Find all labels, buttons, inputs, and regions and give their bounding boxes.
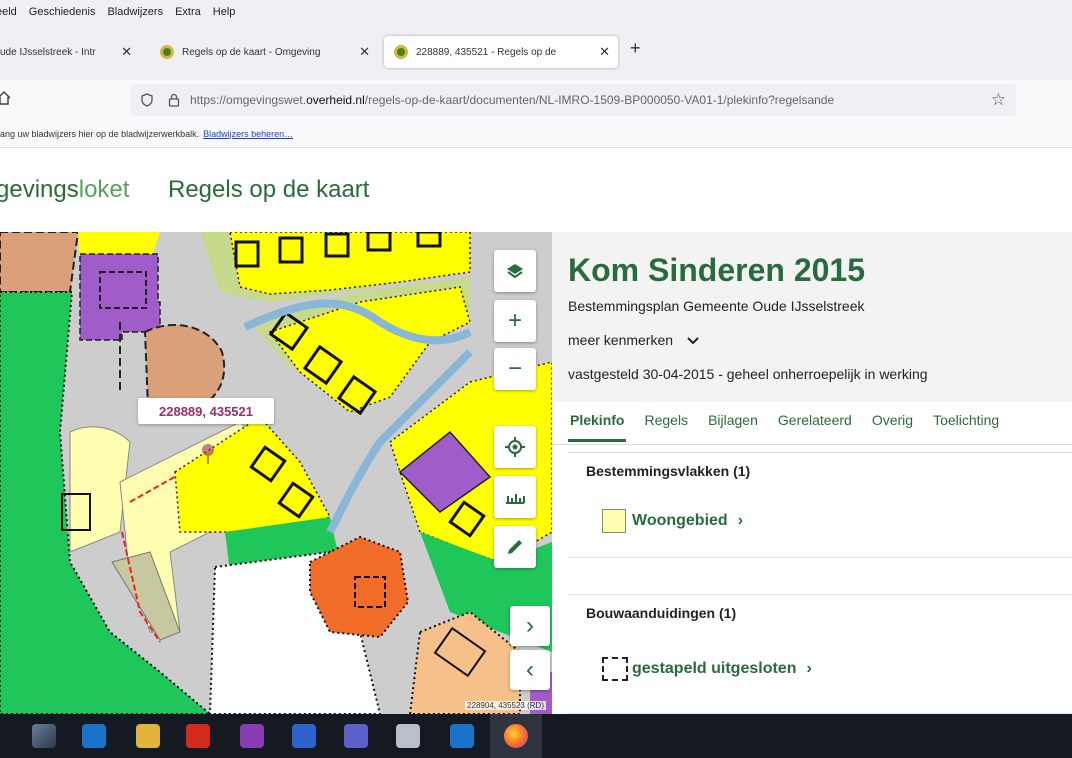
shield-icon[interactable] [140,93,154,107]
chevron-right-icon: › [737,512,744,529]
more-properties-toggle[interactable]: meer kenmerken [568,332,699,348]
omgevingsloket-logo[interactable]: gevingsloket [0,176,129,204]
info-panel: Kom Sinderen 2015 Bestemmingsplan Gemeen… [552,232,1072,714]
plan-header: Kom Sinderen 2015 Bestemmingsplan Gemeen… [552,232,1072,402]
section-title: Bestemmingsvlakken (1) [586,463,751,479]
url-prefix: https://omgevingswet. [190,93,307,107]
zoom-in-button[interactable]: + [494,300,536,342]
new-tab-button[interactable]: + [630,38,641,59]
crosshair-icon [505,437,525,457]
tabs-divider [552,444,1072,445]
dashed-swatch [602,657,628,681]
plan-status: vastgesteld 30-04-2015 - geheel onherroe… [568,366,928,382]
site-header: gevingsloket Regels op de kaart [0,148,1072,232]
panel-back-button[interactable]: ‹ [510,650,550,690]
map-canvas[interactable] [0,232,552,714]
layers-icon [507,264,523,279]
map-view[interactable]: 228889, 435521 + − › ‹ 228904, 435523 (R… [0,232,552,714]
bookmark-star-icon[interactable]: ☆ [991,90,1006,110]
plus-icon: + [507,307,522,334]
url-bar[interactable]: https://omgevingswet.overheid.nl/regels-… [130,84,1016,116]
browser-tab-3-active[interactable]: 228889, 435521 - Regels op de ✕ [384,36,618,68]
plan-title: Kom Sinderen 2015 [568,252,865,288]
onenote-icon[interactable] [240,724,264,748]
measure-button[interactable] [494,476,536,518]
manage-bookmarks-link[interactable]: Bladwijzers beheren… [203,129,293,139]
map-cursor-coordinates: 228904, 435523 (RD) [465,701,546,710]
firefox-icon[interactable] [504,724,528,748]
chevron-right-icon: › [526,612,534,639]
close-icon[interactable]: ✕ [121,44,132,60]
close-icon[interactable]: ✕ [359,44,370,60]
menu-help[interactable]: Help [213,6,236,18]
menu-bookmarks[interactable]: Bladwijzers [107,6,163,18]
map-coordinate-label: 228889, 435521 [138,398,274,424]
section-bestemmingsvlakken: Bestemmingsvlakken (1) Woongebied › [568,452,1072,558]
tab-label: ude IJsselstreek - Intr [0,46,96,58]
tab-label: 228889, 435521 - Regels op de [416,46,557,58]
section-title: Bouwaanduidingen (1) [586,605,737,621]
teams-icon[interactable] [344,724,368,748]
lock-icon[interactable] [168,93,180,107]
word-icon[interactable] [292,724,316,748]
nav-bar: https://omgevingswet.overheid.nl/regels-… [0,80,1072,120]
bookmarks-bar: ang uw bladwijzers hier op de bladwijzer… [0,120,1072,148]
menu-bar: eeld Geschiedenis Bladwijzers Extra Help [0,0,1072,24]
layers-button[interactable] [494,250,536,292]
acrobat-icon[interactable] [186,724,210,748]
tab-toelichting[interactable]: Toelichting [931,412,1001,442]
chevron-down-icon [687,337,699,345]
draw-button[interactable] [494,526,536,568]
logo-part-2: loket [78,176,130,203]
menu-view[interactable]: eeld [0,6,17,18]
item-label: gestapeld uitgesloten [632,660,797,677]
outlook-2-icon[interactable] [450,724,474,748]
home-icon[interactable] [0,90,12,106]
chevron-right-icon: › [806,660,812,677]
remote-desktop-icon[interactable] [32,724,56,748]
bookmarks-hint: ang uw bladwijzers hier op de bladwijzer… [0,128,200,139]
item-label: Woongebied [632,512,728,529]
tab-label: Regels op de kaart - Omgeving [182,46,321,58]
favicon-icon [394,45,408,59]
zoom-out-button[interactable]: − [494,348,536,390]
tab-regels[interactable]: Regels [642,412,690,442]
ruler-icon [506,494,525,504]
tab-gerelateerd[interactable]: Gerelateerd [776,412,854,442]
browser-tab-2[interactable]: Regels op de kaart - Omgeving ✕ [150,36,378,68]
section-bouwaanduidingen: Bouwaanduidingen (1) gestapeld uitgeslot… [568,594,1072,714]
file-explorer-icon[interactable] [136,724,160,748]
woongebied-link[interactable]: Woongebied › [602,509,743,533]
more-properties-label: meer kenmerken [568,332,674,348]
woongebied-swatch [602,509,626,533]
calculator-icon[interactable] [396,724,420,748]
outlook-icon[interactable] [82,724,106,748]
logo-part-1: gevings [0,176,79,203]
locate-button[interactable] [494,426,536,468]
close-icon[interactable]: ✕ [599,44,610,60]
favicon-icon [160,45,174,59]
chevron-left-icon: ‹ [526,656,534,683]
panel-tabs: Plekinfo Regels Bijlagen Gerelateerd Ove… [568,412,1017,442]
plan-subtitle: Bestemmingsplan Gemeente Oude IJsselstre… [568,298,865,314]
url-domain: overheid.nl [306,93,365,107]
url-path: /regels-op-de-kaart/documenten/NL-IMRO-1… [364,93,835,107]
gestapeld-uitgesloten-link[interactable]: gestapeld uitgesloten › [602,657,812,681]
tab-overig[interactable]: Overig [870,412,915,442]
browser-tab-1[interactable]: ude IJsselstreek - Intr ✕ [0,36,140,68]
minus-icon: − [507,355,522,382]
tab-plekinfo[interactable]: Plekinfo [568,412,627,442]
menu-history[interactable]: Geschiedenis [29,6,96,18]
panel-forward-button[interactable]: › [510,606,550,646]
tab-bar: ude IJsselstreek - Intr ✕ Regels op de k… [0,24,1072,80]
menu-tools[interactable]: Extra [175,6,201,18]
tab-bijlagen[interactable]: Bijlagen [706,412,760,442]
pencil-icon [508,540,522,554]
url-text: https://omgevingswet.overheid.nl/regels-… [190,93,950,107]
app-title[interactable]: Regels op de kaart [168,176,369,204]
taskbar [0,714,1072,758]
